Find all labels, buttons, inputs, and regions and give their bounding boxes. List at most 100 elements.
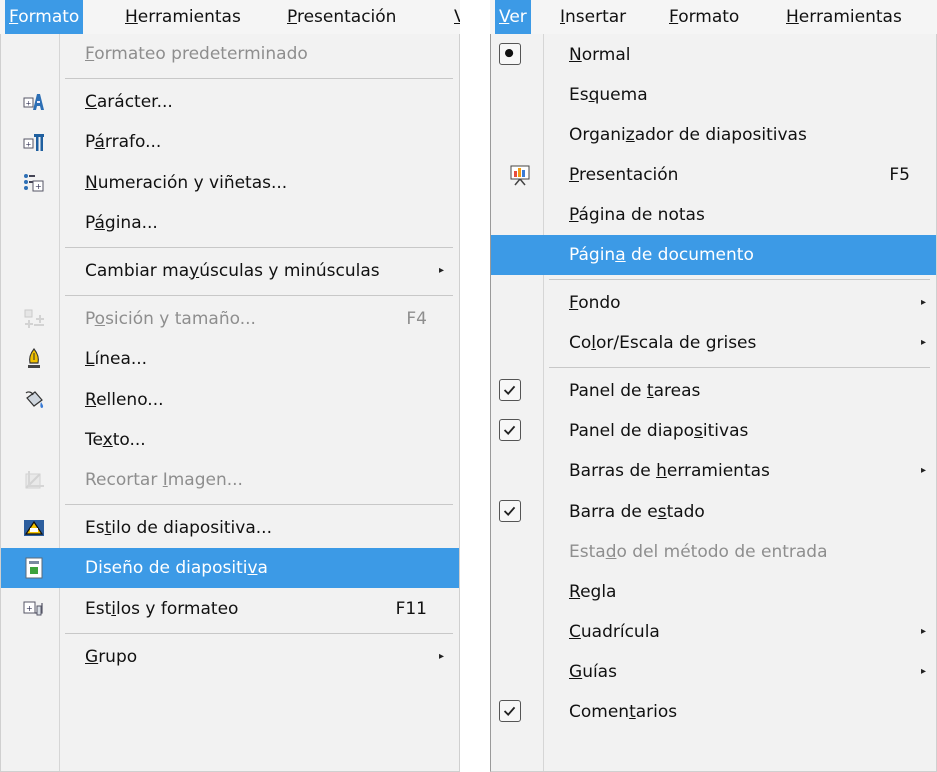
shortcut-label: F11	[395, 598, 427, 619]
menu-item-label: Estilo de diapositiva...	[85, 518, 272, 539]
menu-item-normal[interactable]: Normal	[491, 35, 936, 75]
menu-item-texto[interactable]: Texto...	[1, 420, 459, 460]
checkmark-icon[interactable]	[499, 699, 521, 722]
menu-item-label: Diseño de diapositiva	[85, 558, 268, 579]
menu-item-presentacion[interactable]: Presentación F5	[491, 155, 936, 195]
menu-item-label: Texto...	[85, 429, 146, 450]
menu-item-label: Panel de tareas	[569, 381, 701, 402]
svg-text:+: +	[35, 182, 42, 191]
menu-item-relleno[interactable]: Relleno...	[1, 380, 459, 420]
svg-text:+: +	[26, 100, 32, 108]
menubar: Ver Insertar Formato Herramientas	[490, 0, 937, 34]
view-menu-panel: Ver Insertar Formato Herramientas Normal Esq…	[490, 0, 937, 772]
menubar: Formato Herramientas Presentación Ve	[0, 0, 460, 34]
menu-item-label: Regla	[569, 581, 617, 602]
menu-item-label: Numeración y viñetas...	[85, 172, 288, 193]
presentation-icon	[509, 164, 531, 186]
menu-item-posicion-y-tamano: Posición y tamaño... F4	[1, 299, 459, 339]
menu-item-label: Estado del método de entrada	[569, 541, 828, 562]
svg-text:+: +	[26, 604, 33, 613]
menu-item-fondo[interactable]: Fondo ▸	[491, 283, 936, 323]
character-format-icon: +	[23, 91, 45, 113]
numbering-bullets-icon: +	[23, 172, 45, 194]
menu-item-label: Posición y tamaño...	[85, 309, 256, 330]
menu-item-label: Línea...	[85, 349, 148, 370]
menu-item-guias[interactable]: Guías ▸	[491, 652, 936, 692]
menu-item-regla[interactable]: Regla	[491, 572, 936, 612]
styles-formatting-icon: +	[23, 598, 45, 620]
checkmark-icon[interactable]	[499, 379, 521, 402]
menubar-item-ver[interactable]: Ver	[495, 0, 531, 34]
menu-item-label: Página de notas	[569, 205, 705, 226]
menubar-item-formato[interactable]: Formato	[665, 0, 743, 34]
menu-item-comentarios[interactable]: Comentarios	[491, 692, 936, 732]
menu-item-estado-del-metodo-de-entrada: Estado del método de entrada	[491, 532, 936, 572]
slide-style-icon	[23, 517, 45, 539]
menu-separator	[65, 78, 453, 80]
menu-item-numeracion-y-vinetas[interactable]: + Numeración y viñetas...	[1, 163, 459, 203]
menubar-item-ve[interactable]: Ve	[450, 0, 460, 34]
submenu-arrow-icon: ▸	[439, 264, 445, 276]
menu-separator	[549, 279, 930, 281]
shortcut-label: F4	[406, 309, 427, 330]
menu-separator	[65, 295, 453, 297]
menu-item-formateo-predeterminado: Formateo predeterminado	[1, 34, 459, 74]
menu-item-estilo-de-diapositiva[interactable]: Estilo de diapositiva...	[1, 508, 459, 548]
fill-bucket-icon	[23, 389, 45, 411]
menu-separator	[65, 632, 453, 634]
menu-item-pagina[interactable]: Página...	[1, 203, 459, 243]
menu-separator	[65, 246, 453, 248]
menu-item-linea[interactable]: Línea...	[1, 339, 459, 379]
menu-item-label: Formateo predeterminado	[85, 43, 308, 64]
menu-item-caracter[interactable]: + Carácter...	[1, 82, 459, 122]
menu-item-pagina-de-notas[interactable]: Página de notas	[491, 195, 936, 235]
menu-item-barra-de-estado[interactable]: Barra de estado	[491, 492, 936, 532]
menubar-item-herramientas[interactable]: Herramientas	[121, 0, 245, 34]
menu-item-label: Color/Escala de grises	[569, 333, 757, 354]
menu-item-label: Página...	[85, 212, 158, 233]
submenu-arrow-icon: ▸	[921, 665, 927, 677]
menubar-item-herramientas[interactable]: Herramientas	[782, 0, 906, 34]
crop-image-icon	[23, 469, 45, 491]
menu-item-label: Barra de estado	[569, 501, 705, 522]
format-menu-panel: Formato Herramientas Presentación Ve Format…	[0, 0, 460, 772]
menu-item-color-escala-de-grises[interactable]: Color/Escala de grises ▸	[491, 323, 936, 363]
menu-item-recortar-imagen: Recortar Imagen...	[1, 460, 459, 500]
shortcut-label: F5	[889, 165, 910, 186]
menu-item-panel-de-diapositivas[interactable]: Panel de diapositivas	[491, 411, 936, 451]
menu-item-label: Esquema	[569, 85, 648, 106]
menu-item-organizador-de-diapositivas[interactable]: Organizador de diapositivas	[491, 115, 936, 155]
checkmark-icon[interactable]	[499, 419, 521, 442]
checkmark-icon[interactable]	[499, 499, 521, 522]
menu-item-label: Normal	[569, 44, 631, 65]
submenu-arrow-icon: ▸	[921, 337, 927, 349]
menu-item-diseno-de-diapositiva[interactable]: Diseño de diapositiva	[1, 548, 459, 589]
menubar-item-formato[interactable]: Formato	[5, 0, 84, 34]
menu-item-label: Barras de herramientas	[569, 461, 770, 482]
menu-item-estilos-y-formateo[interactable]: + Estilos y formateo F11	[1, 589, 459, 629]
menu-item-label: Panel de diapositivas	[569, 421, 749, 442]
view-dropdown-menu: Normal Esquema Organizador de diapositivas…	[490, 34, 937, 772]
menubar-item-insertar[interactable]: Insertar	[556, 0, 630, 34]
menu-item-panel-de-tareas[interactable]: Panel de tareas	[491, 371, 936, 411]
menu-item-label: Cambiar mayúsculas y minúsculas	[85, 260, 380, 281]
submenu-arrow-icon: ▸	[921, 625, 927, 637]
paragraph-icon: +	[23, 131, 45, 153]
menu-item-label: Página de documento	[569, 245, 754, 266]
radio-selected-icon[interactable]	[499, 42, 521, 65]
menu-item-esquema[interactable]: Esquema	[491, 75, 936, 115]
menu-item-label: Carácter...	[85, 92, 173, 113]
menu-item-parrafo[interactable]: + Párrafo...	[1, 122, 459, 162]
format-dropdown-menu: Formateo predeterminado + Carácter... + Párr…	[0, 34, 460, 772]
position-size-icon	[23, 308, 45, 330]
menu-item-label: Organizador de diapositivas	[569, 125, 807, 146]
menu-item-barras-de-herramientas[interactable]: Barras de herramientas ▸	[491, 451, 936, 491]
menu-item-grupo[interactable]: Grupo ▸	[1, 637, 459, 677]
submenu-arrow-icon: ▸	[921, 297, 927, 309]
menu-item-pagina-de-documento[interactable]: Página de documento	[491, 235, 936, 276]
menu-item-label: Estilos y formateo	[85, 598, 239, 619]
menu-item-cuadricula[interactable]: Cuadrícula ▸	[491, 612, 936, 652]
menu-item-cambiar-mayusculas-y-minusculas[interactable]: Cambiar mayúsculas y minúsculas ▸	[1, 251, 459, 291]
menubar-item-presentación[interactable]: Presentación	[283, 0, 400, 34]
menu-separator	[549, 367, 930, 369]
